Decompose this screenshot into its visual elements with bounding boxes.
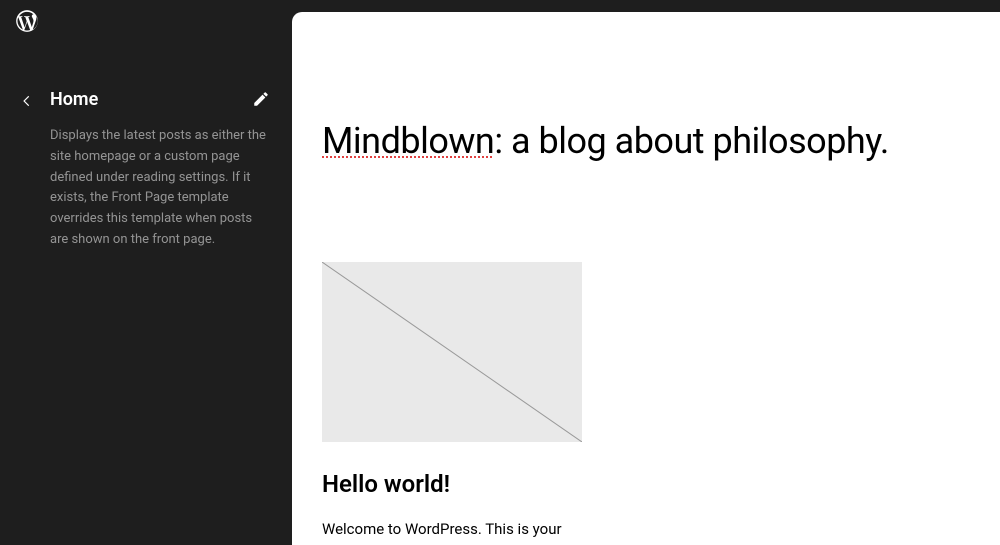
page-heading-rest: : a blog about philosophy. [494,120,889,162]
sidebar-title: Home [50,89,98,110]
edit-button[interactable] [250,88,272,110]
chevron-left-icon [20,94,34,108]
post-block: Hello world! Welcome to WordPress. This … [322,262,582,545]
sidebar-description: Displays the latest posts as either the … [0,110,292,251]
sidebar: Home Displays the latest posts as either… [0,0,292,545]
post-title[interactable]: Hello world! [322,470,582,498]
page-heading[interactable]: Mindblown: a blog about philosophy. [322,120,970,162]
wordpress-logo-button[interactable] [14,8,40,34]
placeholder-crossline-icon [322,262,582,442]
page-heading-underlined: Mindblown [322,120,494,162]
featured-image-placeholder[interactable] [322,262,582,442]
wordpress-icon [14,8,40,34]
back-button[interactable] [20,93,32,105]
post-excerpt: Welcome to WordPress. This is your first… [322,518,582,545]
sidebar-header-left: Home [20,89,98,110]
sidebar-header: Home [0,88,292,110]
pencil-icon [252,90,270,108]
editor-canvas[interactable]: Mindblown: a blog about philosophy. Hell… [292,12,1000,545]
editor-main-area: Mindblown: a blog about philosophy. Hell… [292,0,1000,545]
